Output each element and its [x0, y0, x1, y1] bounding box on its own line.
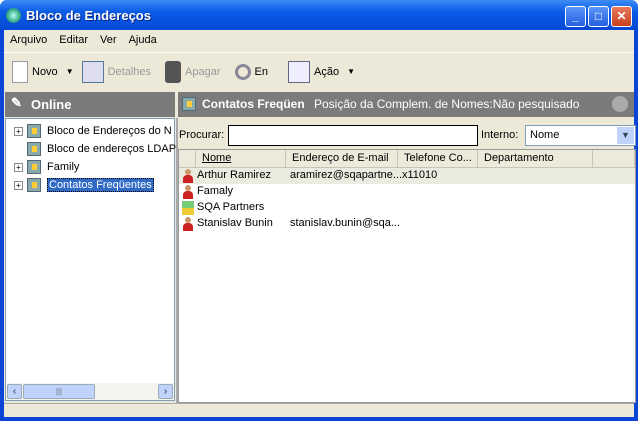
contacts-list: Nome Endereço de E-mail Telefone Co... D…	[178, 149, 636, 403]
contacts-pane-header: Contatos Freqüen Posição da Complem. de …	[178, 92, 634, 117]
envelope-icon	[287, 60, 310, 83]
person-icon	[183, 217, 193, 231]
new-dropdown-arrow[interactable]: ▼	[66, 67, 74, 76]
maximize-button[interactable]: □	[588, 6, 609, 27]
scroll-thumb[interactable]: |||	[23, 384, 95, 399]
contacts-pane: Procurar: Interno: Nome ▼ Nome Endereço d…	[176, 118, 636, 403]
delete-button[interactable]: Apagar	[165, 60, 221, 83]
menu-ajuda[interactable]: Ajuda	[123, 32, 163, 50]
scroll-right-button[interactable]: ›	[158, 384, 173, 399]
column-header-filler	[593, 150, 635, 168]
status-globe-icon	[612, 96, 628, 112]
chevron-down-icon[interactable]: ▼	[617, 127, 634, 144]
action-dropdown-arrow[interactable]: ▼	[347, 67, 355, 76]
expand-icon[interactable]: +	[14, 162, 23, 172]
plug-icon: ✎	[11, 95, 22, 110]
expand-icon[interactable]: +	[14, 180, 23, 190]
contact-row[interactable]: Arthur Ramirez aramirez@sqapartne... x1101…	[179, 168, 635, 184]
column-header-name[interactable]: Nome	[196, 150, 286, 168]
search-input[interactable]	[228, 125, 478, 146]
action-button[interactable]: Ação	[287, 60, 339, 83]
tree-item-frequent-contacts[interactable]: + Contatos Freqüentes	[14, 177, 154, 193]
close-button[interactable]: ✕	[611, 6, 632, 27]
new-document-icon	[12, 60, 28, 83]
online-pane-header: ✎ Online	[5, 92, 175, 117]
menu-arquivo[interactable]: Arquivo	[4, 32, 53, 50]
column-header-phone[interactable]: Telefone Co...	[398, 150, 478, 168]
interno-label: Interno:	[481, 129, 519, 141]
title-bar[interactable]: Bloco de Endereços _ □ ✕	[0, 0, 638, 30]
search-label: Procurar:	[179, 129, 225, 141]
magnifier-icon	[234, 63, 251, 80]
toolbar: Novo ▼ Detalhes Apagar En Ação ▼	[4, 52, 634, 90]
column-header-email[interactable]: Endereço de E-mail	[286, 150, 398, 168]
organization-icon	[182, 201, 194, 215]
address-book-icon	[182, 97, 196, 111]
details-button[interactable]: Detalhes	[81, 60, 151, 83]
contact-row[interactable]: Stanislav Bunin stanislav.bunin@sqa...	[179, 216, 635, 232]
interno-select[interactable]: Nome ▼	[525, 125, 636, 146]
scroll-left-button[interactable]: ‹	[7, 384, 22, 399]
menu-bar: Arquivo Editar Ver Ajuda	[4, 32, 163, 50]
expand-icon[interactable]: +	[14, 126, 23, 136]
window-title: Bloco de Endereços	[26, 8, 151, 23]
menu-ver[interactable]: Ver	[94, 32, 123, 50]
column-header-icon[interactable]	[179, 150, 196, 168]
new-button[interactable]: Novo	[12, 60, 58, 83]
address-book-icon	[27, 160, 41, 174]
find-button[interactable]: En	[234, 63, 268, 80]
menu-editar[interactable]: Editar	[53, 32, 94, 50]
person-icon	[183, 169, 193, 183]
contact-row[interactable]: Famaly	[179, 184, 635, 200]
details-icon	[81, 60, 104, 83]
minimize-button[interactable]: _	[565, 6, 586, 27]
trash-icon	[165, 60, 182, 83]
tree-item-family[interactable]: + Family	[14, 159, 79, 175]
address-book-tree: + Bloco de Endereços do N Bloco de endere…	[5, 118, 176, 401]
address-book-app-icon	[6, 8, 21, 23]
group-icon	[183, 185, 193, 199]
ldap-book-icon	[27, 142, 41, 156]
address-book-icon	[27, 124, 41, 138]
tree-horizontal-scrollbar[interactable]: ‹ ||| ›	[6, 383, 174, 400]
tree-item-address-book-network[interactable]: + Bloco de Endereços do N	[14, 123, 172, 139]
status-bar	[4, 403, 634, 417]
application-window: Bloco de Endereços _ □ ✕ Arquivo Editar …	[0, 0, 638, 421]
address-book-icon	[27, 178, 41, 192]
contact-row[interactable]: SQA Partners	[179, 200, 635, 216]
column-header-department[interactable]: Departamento	[478, 150, 593, 168]
tree-item-ldap[interactable]: Bloco de endereços LDAP	[14, 141, 176, 157]
